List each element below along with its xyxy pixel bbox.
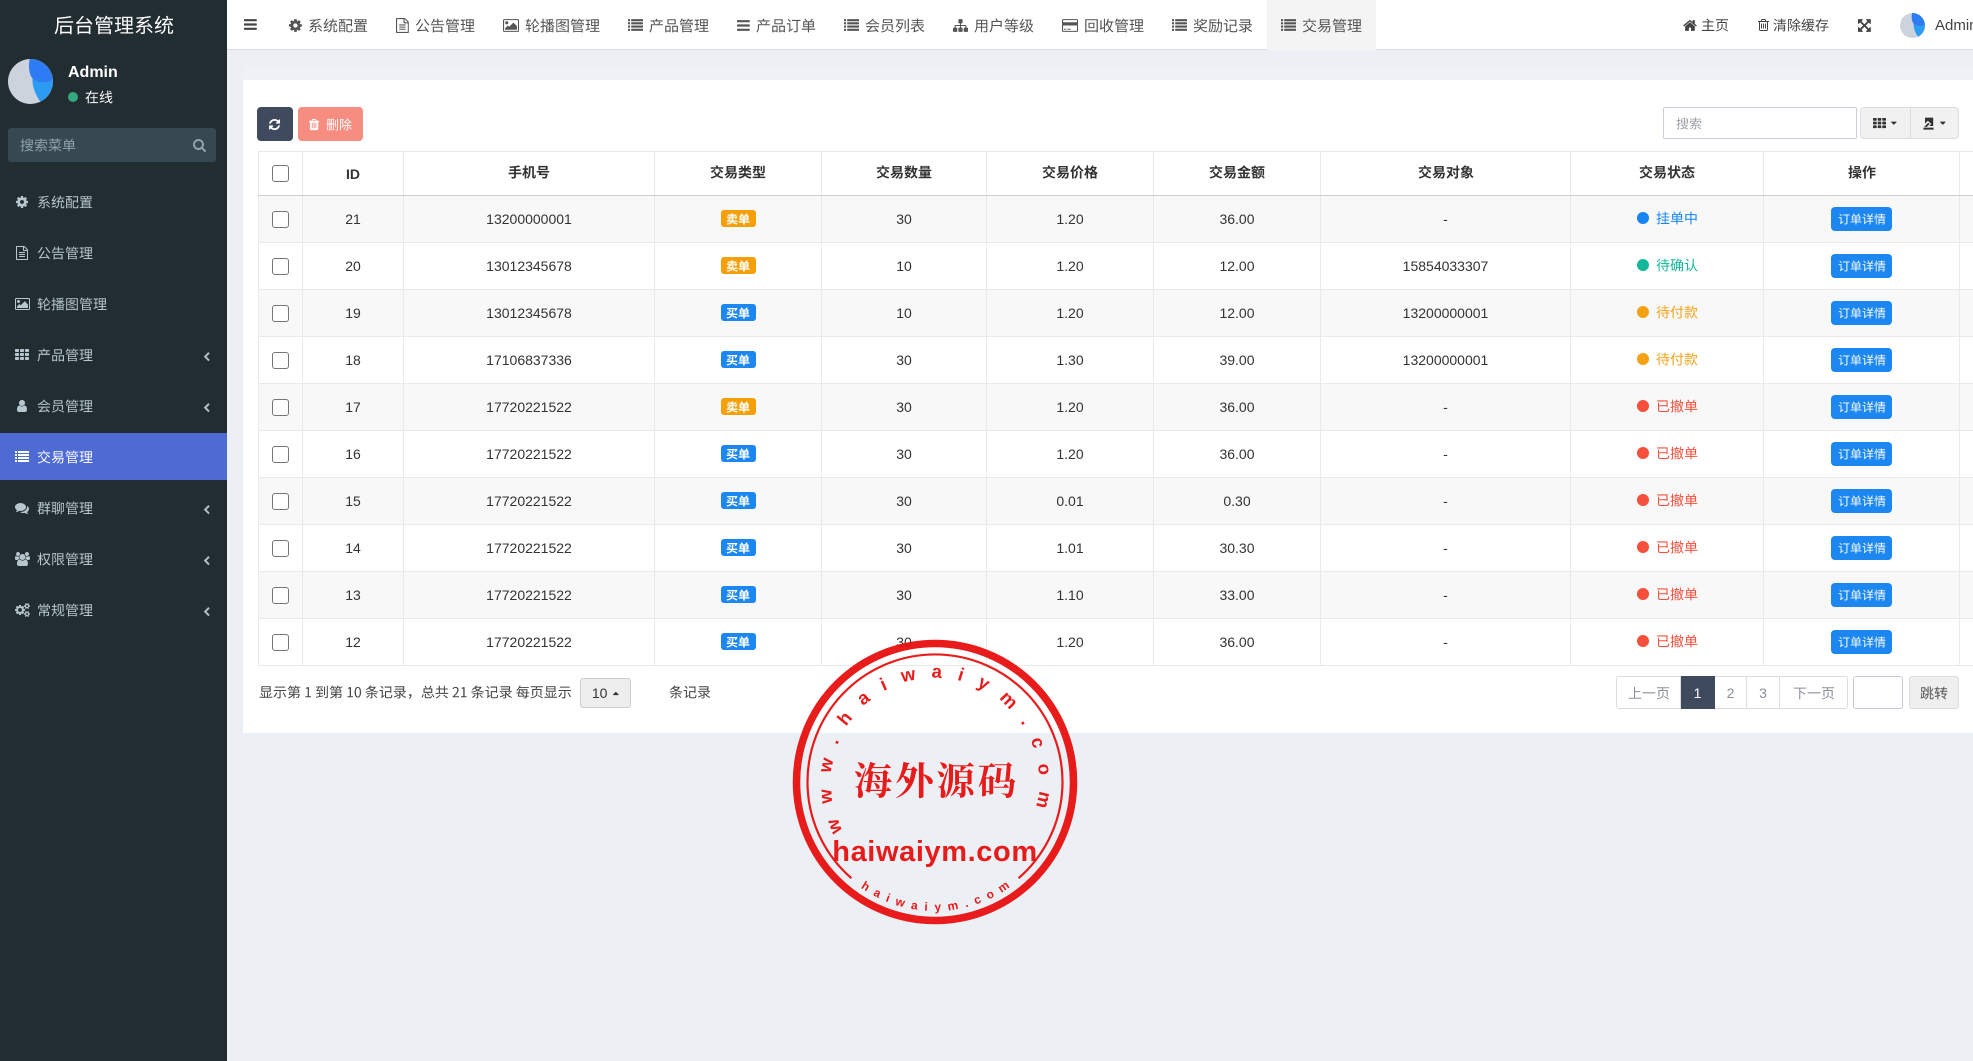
svg-text:haiwaiym.com: haiwaiym.com (832, 836, 1037, 868)
